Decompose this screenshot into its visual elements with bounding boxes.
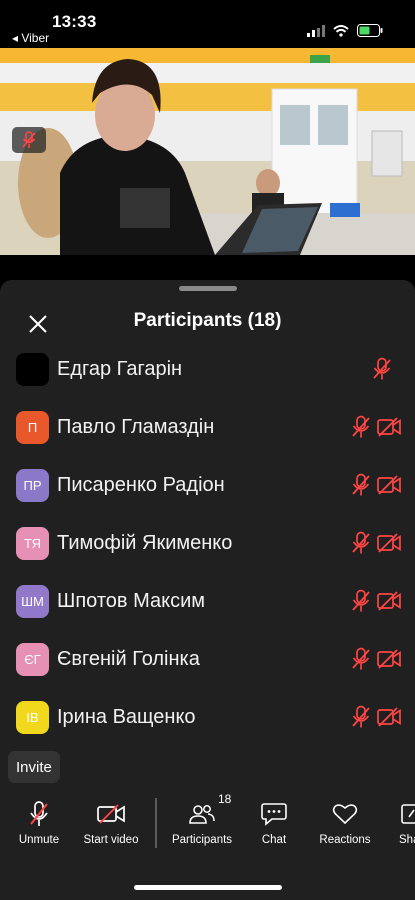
participant-name: Едгар Гагарін: [57, 357, 183, 380]
video-muted-badge: [12, 127, 46, 153]
start-video-button[interactable]: Start video: [80, 798, 142, 846]
participants-list: Едгар Гагарін П Павло Гламаздін ПР Писаренко…: [0, 340, 415, 746]
participant-row[interactable]: ІВ Ірина Ващенко: [0, 688, 415, 746]
share-label: Share: [399, 834, 415, 846]
participants-panel: Participants (18) Едгар Гагарін П Павло Гл…: [0, 280, 415, 900]
avatar: ПР: [16, 468, 49, 502]
chat-label: Chat: [261, 834, 287, 846]
share-button[interactable]: Share: [399, 798, 415, 846]
mic-off-icon: [30, 801, 48, 826]
people-icon: [189, 805, 215, 824]
avatar: ЄГ: [16, 642, 49, 676]
participant-row[interactable]: Едгар Гагарін: [0, 340, 415, 398]
status-icons: [307, 24, 383, 37]
status-time: 13:33: [52, 12, 97, 31]
video-feed[interactable]: [0, 23, 415, 255]
participant-row[interactable]: ПР Писаренко Радіон: [0, 456, 415, 514]
video-off-icon: [377, 649, 401, 669]
mic-muted-icon: [371, 357, 393, 381]
participant-name: Павло Гламаздін: [57, 415, 215, 438]
video-scene: [0, 23, 415, 255]
chat-button[interactable]: Chat: [258, 798, 290, 846]
participant-row[interactable]: ЄГ Євгеній Голінка: [0, 630, 415, 688]
wifi-icon: [333, 24, 349, 37]
mic-muted-icon: [350, 531, 372, 555]
chat-icon: [261, 803, 287, 826]
video-off-icon: [377, 707, 401, 727]
close-icon: [29, 315, 47, 333]
panel-grabber[interactable]: [179, 286, 237, 291]
avatar: ШМ: [16, 584, 49, 618]
video-off-icon: [377, 417, 401, 437]
video-separator: [0, 255, 415, 280]
home-indicator[interactable]: [134, 885, 282, 890]
toolbar-separator: [155, 798, 157, 848]
panel-title: Participants (18): [133, 310, 282, 331]
status-bar: 13:33 ◂ Viber: [0, 0, 415, 48]
mic-muted-icon: [350, 473, 372, 497]
participants-count-badge: 18: [218, 792, 232, 806]
participant-row[interactable]: П Павло Гламаздін: [0, 398, 415, 456]
video-off-icon: [97, 804, 125, 824]
mic-muted-icon: [350, 415, 372, 439]
avatar: П: [16, 410, 49, 444]
start-video-label: Start video: [83, 834, 139, 846]
unmute-button[interactable]: Unmute: [14, 798, 64, 846]
invite-button[interactable]: Invite: [8, 751, 60, 783]
unmute-label: Unmute: [18, 834, 60, 846]
video-off-icon: [377, 475, 401, 495]
back-to-viber-link[interactable]: ◂ Viber: [12, 31, 49, 45]
close-button[interactable]: [24, 310, 52, 338]
participant-row[interactable]: ШМ Шпотов Максим: [0, 572, 415, 630]
participant-name: Тимофій Якименко: [57, 531, 233, 554]
mic-off-icon: [22, 131, 36, 148]
reactions-label: Reactions: [319, 834, 371, 846]
avatar: ІВ: [16, 700, 49, 734]
participant-name: Ірина Ващенко: [57, 705, 196, 728]
participants-label: Participants: [171, 834, 233, 846]
reactions-button[interactable]: Reactions: [318, 798, 372, 846]
video-off-icon: [377, 533, 401, 553]
mic-muted-icon: [350, 705, 372, 729]
participant-name: Писаренко Радіон: [57, 473, 225, 496]
participant-name: Шпотов Максим: [57, 589, 205, 612]
battery-icon: [357, 24, 383, 37]
signal-icon: [307, 24, 325, 37]
heart-icon: [332, 804, 358, 825]
participant-row[interactable]: ТЯ Тимофій Якименко: [0, 514, 415, 572]
mic-muted-icon: [350, 647, 372, 671]
share-icon: [401, 804, 415, 824]
mic-muted-icon: [350, 589, 372, 613]
avatar: [16, 352, 49, 386]
video-off-icon: [377, 591, 401, 611]
meeting-toolbar: Unmute Start video Participants 18 Chat …: [0, 792, 415, 858]
participant-name: Євгеній Голінка: [57, 647, 200, 670]
avatar: ТЯ: [16, 526, 49, 560]
